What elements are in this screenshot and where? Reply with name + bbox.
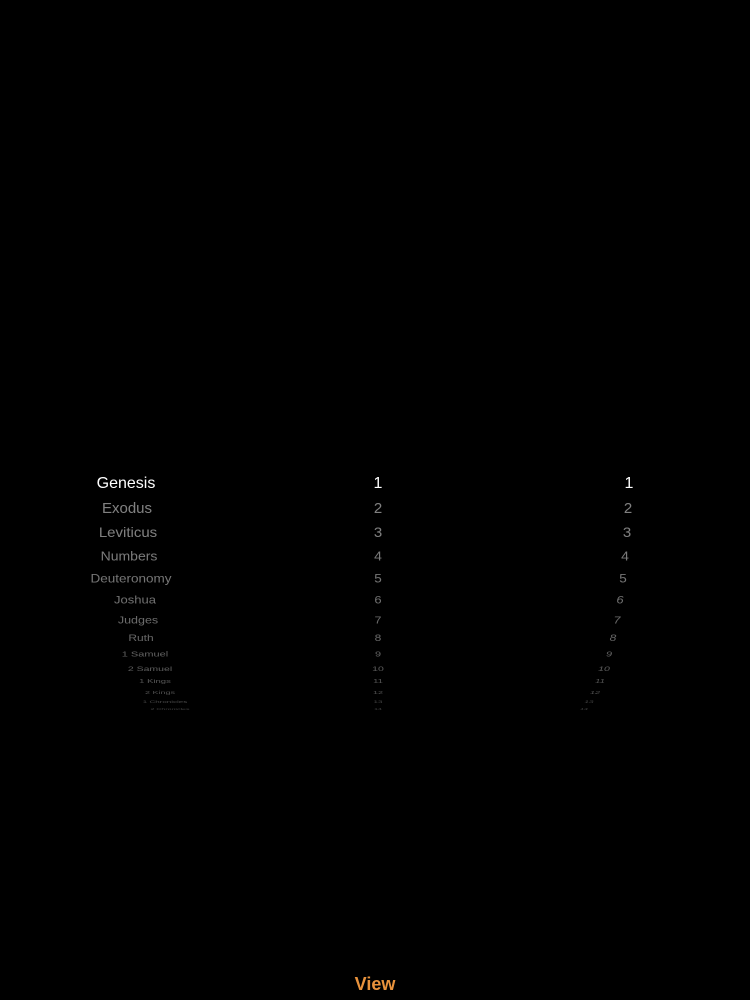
book-item[interactable]: 1 Chronicles	[65, 700, 265, 703]
verse-item[interactable]: 7	[517, 615, 717, 625]
verse-item[interactable]: 14	[484, 708, 684, 710]
verse-item[interactable]: 9	[509, 650, 709, 659]
verse-item[interactable]: 10	[504, 666, 704, 673]
book-item[interactable]: Exodus	[27, 501, 227, 516]
verse-item[interactable]: 3	[527, 525, 727, 539]
chapter-item[interactable]: 2	[278, 501, 478, 516]
verse-item[interactable]: 4	[525, 550, 725, 563]
verse-item[interactable]: 13	[489, 700, 689, 703]
verse-item[interactable]: 1	[529, 476, 729, 492]
chapter-item[interactable]: 5	[278, 573, 478, 585]
chapter-item[interactable]: 1	[278, 476, 478, 492]
book-item[interactable]: 1 Kings	[55, 679, 255, 685]
view-button[interactable]: View	[325, 970, 425, 998]
book-chapter-verse-picker: Genesis Exodus Leviticus Numbers Deuteronomy…	[0, 0, 750, 1000]
book-item[interactable]: 1 Samuel	[45, 650, 245, 659]
chapter-item[interactable]: 3	[278, 525, 478, 539]
verse-item[interactable]: 11	[500, 679, 700, 685]
verse-item[interactable]: 8	[513, 634, 713, 643]
book-item[interactable]: 2 Samuel	[50, 666, 250, 673]
book-item[interactable]: Judges	[38, 615, 238, 625]
book-item[interactable]: Deuteronomy	[31, 573, 231, 585]
chapter-item[interactable]: 6	[278, 594, 478, 605]
chapter-item[interactable]: 11	[278, 679, 478, 685]
book-item[interactable]: 2 Kings	[60, 690, 260, 695]
chapter-item[interactable]: 7	[278, 615, 478, 625]
chapter-item[interactable]: 8	[278, 634, 478, 643]
book-item[interactable]: Leviticus	[28, 525, 228, 539]
chapter-item[interactable]: 14	[278, 708, 478, 710]
chapter-item[interactable]: 9	[278, 650, 478, 659]
book-item[interactable]: 2 Chronicles	[70, 708, 270, 710]
screen: Genesis Exodus Leviticus Numbers Deuteronomy…	[0, 0, 750, 1000]
chapter-item[interactable]: 12	[278, 690, 478, 695]
book-item[interactable]: Ruth	[41, 634, 241, 643]
chapter-item[interactable]: 4	[278, 550, 478, 563]
book-item[interactable]: Genesis	[26, 476, 226, 492]
chapter-item[interactable]: 13	[278, 700, 478, 703]
book-item[interactable]: Joshua	[35, 594, 235, 605]
chapter-item[interactable]: 10	[278, 666, 478, 673]
verse-item[interactable]: 2	[528, 501, 728, 516]
verse-item[interactable]: 12	[495, 690, 695, 695]
verse-item[interactable]: 6	[520, 594, 720, 605]
verse-item[interactable]: 5	[523, 573, 723, 585]
book-item[interactable]: Numbers	[29, 550, 229, 563]
